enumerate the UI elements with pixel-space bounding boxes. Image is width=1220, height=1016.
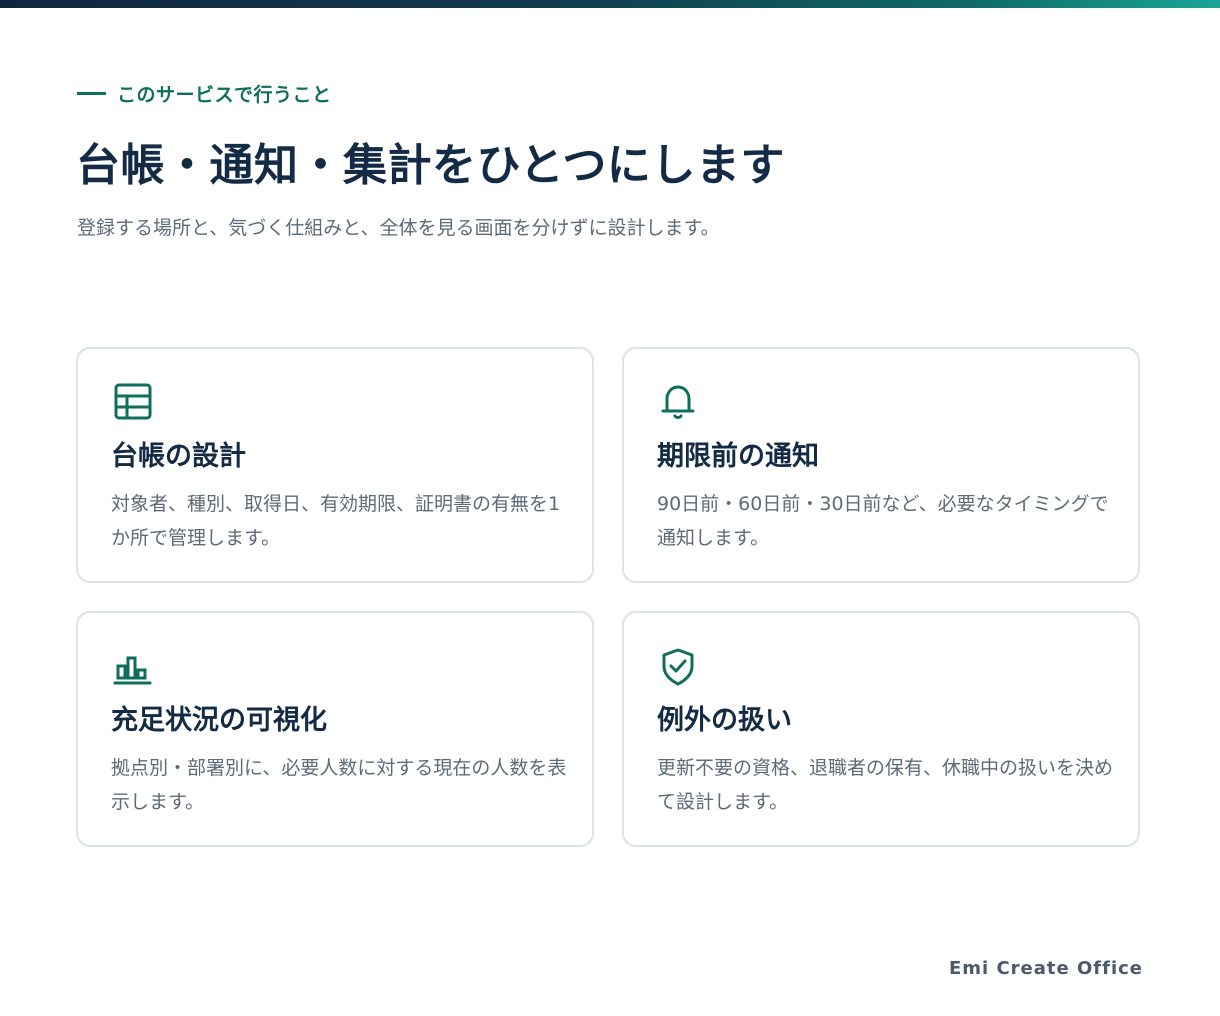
eyebrow-dash [77,91,106,95]
bell-icon [658,382,698,422]
card-title: 例外の扱い [657,705,792,736]
card-description: 対象者、種別、取得日、有効期限、証明書の有無を1か所で管理します。 [111,493,561,549]
page-subtitle: 登録する場所と、気づく仕組みと、全体を見る画面を分けずに設計します。 [77,217,720,239]
card-title: 充足状況の可視化 [111,705,327,736]
footer-brand: Emi Create Office [948,958,1143,979]
card-description: 90日前・60日前・30日前など、必要なタイミングで通知します。 [657,493,1109,549]
card-description: 拠点別・部署別に、必要人数に対する現在の人数を表示します。 [111,757,567,813]
eyebrow-label: このサービスで行うこと [117,83,332,106]
top-accent-bar [0,0,1220,8]
bar-chart-icon [112,646,152,686]
service-card-visualization: 充足状況の可視化 拠点別・部署別に、必要人数に対する現在の人数を表示します。 [76,611,594,847]
shield-check-icon [658,646,698,686]
card-description: 更新不要の資格、退職者の保有、休職中の扱いを決めて設計します。 [657,757,1114,813]
card-title: 台帳の設計 [111,441,246,472]
service-card-exceptions: 例外の扱い 更新不要の資格、退職者の保有、休職中の扱いを決めて設計します。 [622,611,1140,847]
section-eyebrow: このサービスで行うこと [77,80,332,106]
service-card-notification: 期限前の通知 90日前・60日前・30日前など、必要なタイミングで通知します。 [622,347,1140,583]
page-title: 台帳・通知・集計をひとつにします [76,140,785,191]
card-title: 期限前の通知 [657,441,819,472]
table-icon [112,382,152,422]
service-card-ledger: 台帳の設計 対象者、種別、取得日、有効期限、証明書の有無を1か所で管理します。 [76,347,594,583]
